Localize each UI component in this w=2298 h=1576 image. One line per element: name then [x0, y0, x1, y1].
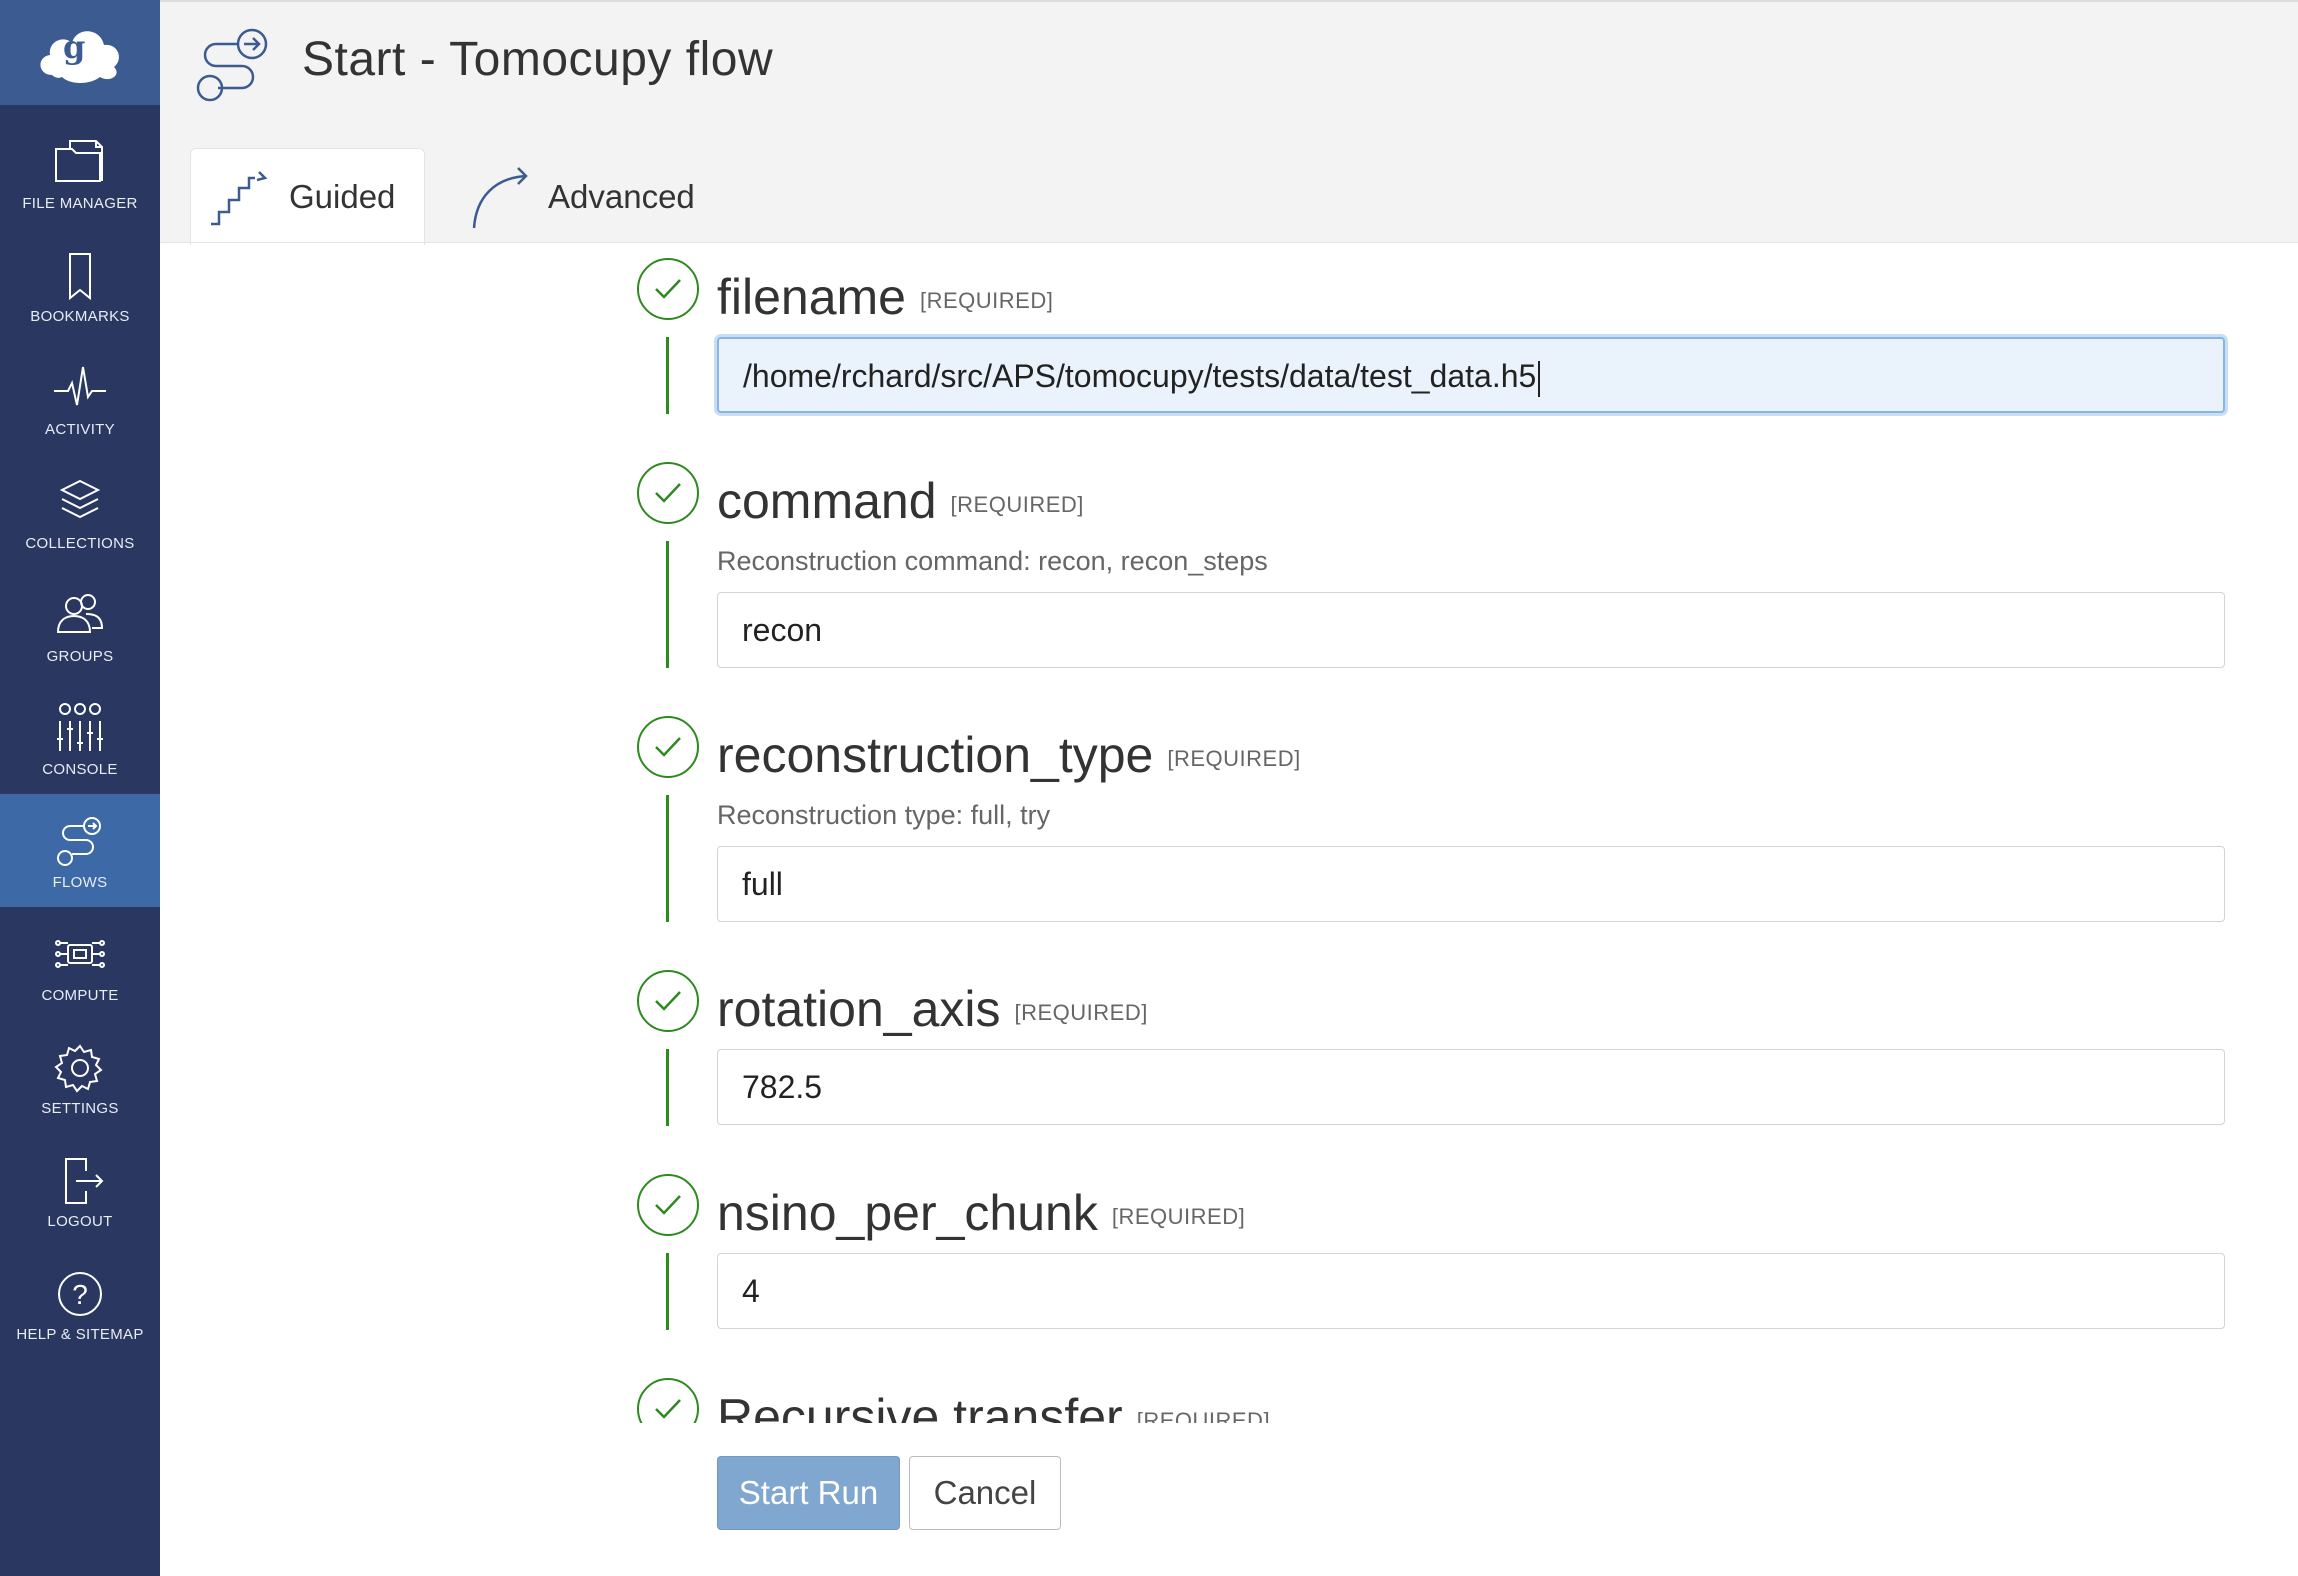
tab-advanced[interactable]: Advanced	[450, 148, 710, 245]
sidebar-item-help[interactable]: ? HELP & SITEMAP	[0, 1246, 160, 1359]
curve-arrow-icon	[472, 166, 528, 228]
tab-label: Advanced	[548, 177, 695, 215]
check-icon	[637, 970, 699, 1032]
check-icon	[637, 258, 699, 320]
sidebar-item-label: COMPUTE	[41, 987, 119, 1004]
field-help: Reconstruction command: recon, recon_ste…	[717, 546, 1268, 576]
field-label: nsino_per_chunk [REQUIRED]	[717, 1184, 1245, 1242]
required-tag: [REQUIRED]	[950, 491, 1084, 517]
groups-icon	[56, 594, 104, 633]
field-name: filename	[717, 269, 906, 325]
required-tag: [REQUIRED]	[1136, 1407, 1271, 1423]
page-header: Start - Tomocupy flow Guided Advanced	[160, 0, 2298, 245]
collections-icon	[59, 479, 101, 519]
flows-icon	[196, 28, 268, 102]
field-name: nsino_per_chunk	[717, 1185, 1098, 1241]
sidebar-item-label: ACTIVITY	[45, 421, 115, 438]
tab-guided[interactable]: Guided	[190, 148, 425, 245]
sidebar-item-compute[interactable]: COMPUTE	[0, 907, 160, 1020]
sidebar-item-label: LOGOUT	[47, 1213, 113, 1230]
globus-logo-icon: g	[40, 28, 119, 83]
field-label: filename [REQUIRED]	[717, 268, 1053, 326]
sidebar-item-file-manager[interactable]: FILE MANAGER	[0, 115, 160, 228]
flows-icon	[57, 817, 101, 866]
settings-icon	[54, 1044, 103, 1093]
logout-icon	[65, 1158, 104, 1204]
sidebar-item-label: HELP & SITEMAP	[16, 1326, 144, 1343]
check-icon	[637, 462, 699, 524]
required-tag: [REQUIRED]	[1014, 999, 1148, 1025]
bookmark-icon	[69, 253, 91, 301]
stairs-icon	[211, 171, 268, 226]
required-tag: [REQUIRED]	[1111, 1203, 1246, 1229]
check-icon	[637, 716, 699, 778]
sidebar-item-logout[interactable]: LOGOUT	[0, 1133, 160, 1246]
field-label: rotation_axis [REQUIRED]	[717, 980, 1148, 1038]
field-name: reconstruction_type	[717, 727, 1154, 783]
input-value: /home/rchard/src/APS/tomocupy/tests/data…	[743, 358, 1537, 394]
command-input[interactable]: recon	[717, 592, 2225, 668]
start-run-button[interactable]: Start Run	[717, 1456, 900, 1530]
field-label: reconstruction_type [REQUIRED]	[717, 726, 1301, 784]
sidebar-item-flows[interactable]: FLOWS	[0, 794, 160, 907]
check-icon	[637, 1174, 699, 1236]
activity-icon	[54, 366, 106, 406]
sidebar-item-label: SETTINGS	[41, 1100, 119, 1117]
page-title: Start - Tomocupy flow	[302, 33, 774, 86]
nsino-per-chunk-input[interactable]: 4	[717, 1253, 2225, 1329]
required-tag: [REQUIRED]	[1167, 745, 1301, 771]
sidebar-item-label: BOOKMARKS	[30, 308, 130, 325]
field-name: Recursive transfer	[717, 1389, 1123, 1423]
step-line	[666, 541, 669, 668]
step-line	[666, 1049, 669, 1126]
help-icon: ?	[58, 1272, 102, 1316]
compute-icon	[55, 940, 105, 968]
rotation-axis-input[interactable]: 782.5	[717, 1049, 2225, 1125]
required-tag: [REQUIRED]	[920, 287, 1054, 313]
field-name: command	[717, 473, 937, 529]
reconstruction-type-input[interactable]: full	[717, 846, 2225, 922]
sidebar: g FILE MANAGER BOOKMARKS ACTIVITY COLLEC…	[0, 0, 160, 1576]
sidebar-item-bookmarks[interactable]: BOOKMARKS	[0, 228, 160, 341]
field-help: Reconstruction type: full, try	[717, 800, 1051, 830]
sidebar-item-label: FLOWS	[52, 874, 108, 891]
field-label: command [REQUIRED]	[717, 472, 1084, 530]
sidebar-item-activity[interactable]: ACTIVITY	[0, 341, 160, 454]
step-line	[666, 337, 669, 414]
sidebar-item-label: FILE MANAGER	[22, 195, 138, 212]
file-manager-icon	[55, 140, 103, 182]
svg-text:?: ?	[72, 1279, 88, 1310]
sidebar-item-label: CONSOLE	[42, 761, 118, 778]
step-line	[666, 1253, 669, 1330]
svg-text:g: g	[63, 28, 85, 66]
sidebar-item-label: COLLECTIONS	[25, 535, 135, 552]
field-label: Recursive transfer [REQUIRED]	[717, 1388, 1270, 1423]
check-icon	[637, 1378, 699, 1423]
sidebar-item-collections[interactable]: COLLECTIONS	[0, 455, 160, 568]
field-name: rotation_axis	[717, 981, 1001, 1037]
cancel-button[interactable]: Cancel	[909, 1456, 1061, 1530]
console-icon	[57, 703, 103, 751]
run-form: filename [REQUIRED] /home/rchard/src/APS/…	[160, 243, 2298, 1423]
globus-logo[interactable]: g	[0, 0, 160, 105]
filename-input[interactable]: /home/rchard/src/APS/tomocupy/tests/data…	[717, 337, 2225, 413]
sidebar-item-groups[interactable]: GROUPS	[0, 568, 160, 681]
tab-label: Guided	[289, 178, 396, 215]
sidebar-item-label: GROUPS	[46, 648, 114, 665]
step-line	[666, 795, 669, 922]
text-caret	[1538, 360, 1541, 397]
sidebar-item-console[interactable]: CONSOLE	[0, 681, 160, 794]
sidebar-item-settings[interactable]: SETTINGS	[0, 1020, 160, 1133]
